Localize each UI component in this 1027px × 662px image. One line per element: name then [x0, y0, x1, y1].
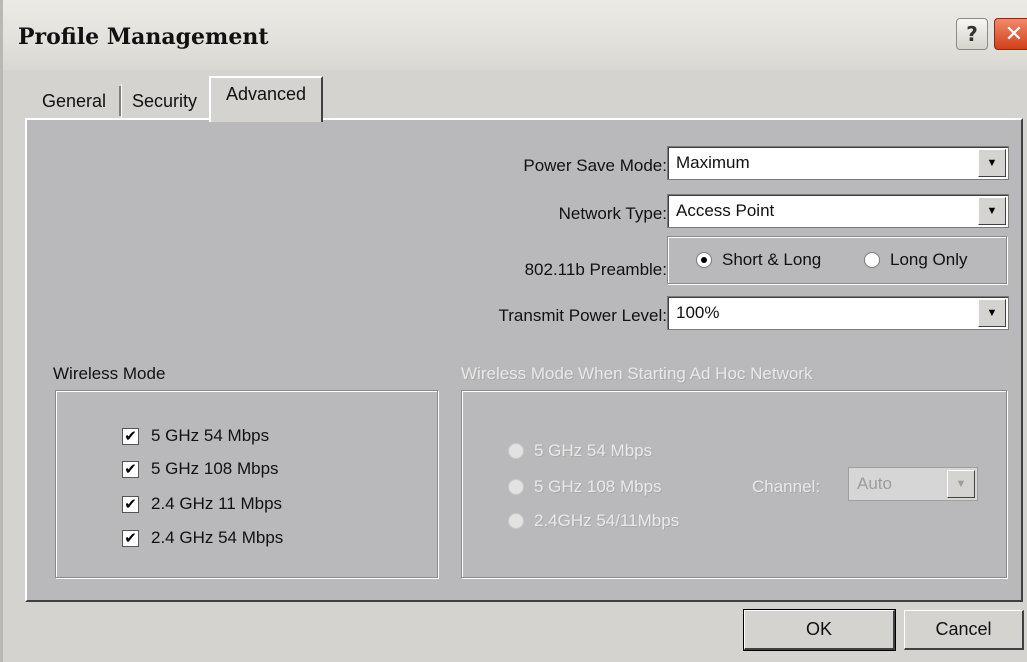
- power-save-mode-select[interactable]: Maximum ▼: [667, 146, 1009, 180]
- transmit-power-value: 100%: [676, 303, 720, 322]
- channel-label: Channel:: [752, 477, 821, 496]
- checkmark-icon: ✔: [122, 460, 139, 478]
- radio-empty-icon: [864, 252, 880, 268]
- preamble-label: 802.11b Preamble:: [524, 260, 667, 279]
- radio-disabled-icon: [508, 443, 524, 459]
- radio-selected-icon: [696, 252, 712, 268]
- preamble-group: Short & Long Long Only: [667, 236, 1007, 284]
- ok-button[interactable]: OK: [743, 609, 896, 651]
- cancel-button[interactable]: Cancel: [904, 610, 1024, 650]
- network-type-value: Access Point: [676, 201, 775, 220]
- transmit-power-select[interactable]: 100% ▼: [667, 296, 1009, 330]
- channel-value: Auto: [857, 474, 892, 493]
- checkmark-icon: ✔: [122, 495, 139, 513]
- wireless-mode-24ghz-11-label: 2.4 GHz 11 Mbps: [151, 494, 283, 513]
- profile-management-dialog: Profile Management ? ✕ General Security …: [0, 0, 1027, 662]
- title-bar[interactable]: Profile Management ? ✕: [3, 0, 1027, 70]
- advanced-tab-panel: Power Save Mode: Maximum ▼ Network Type:…: [25, 118, 1023, 602]
- wireless-mode-5ghz-108-checkbox[interactable]: ✔ 5 GHz 108 Mbps: [122, 459, 279, 479]
- transmit-power-label: Transmit Power Level:: [498, 306, 667, 325]
- dropdown-arrow-icon[interactable]: ▼: [978, 299, 1006, 327]
- wireless-mode-group: ✔ 5 GHz 54 Mbps ✔ 5 GHz 108 Mbps ✔ 2.4 G…: [55, 390, 438, 578]
- dropdown-arrow-icon[interactable]: ▼: [947, 470, 975, 498]
- power-save-mode-label: Power Save Mode:: [523, 156, 667, 175]
- adhoc-5ghz-54-radio[interactable]: 5 GHz 54 Mbps: [508, 441, 652, 461]
- wireless-mode-title: Wireless Mode: [53, 364, 166, 383]
- adhoc-mode-group: 5 GHz 54 Mbps 5 GHz 108 Mbps 2.4GHz 54/1…: [461, 390, 1007, 578]
- network-type-label: Network Type:: [558, 204, 667, 223]
- checkmark-icon: ✔: [122, 529, 139, 547]
- adhoc-5ghz-54-label: 5 GHz 54 Mbps: [534, 441, 653, 460]
- adhoc-24ghz-label: 2.4GHz 54/11Mbps: [534, 511, 680, 530]
- wireless-mode-5ghz-108-label: 5 GHz 108 Mbps: [151, 459, 279, 478]
- radio-disabled-icon: [508, 479, 524, 495]
- adhoc-mode-title: Wireless Mode When Starting Ad Hoc Netwo…: [461, 364, 813, 383]
- wireless-mode-5ghz-54-label: 5 GHz 54 Mbps: [151, 426, 270, 445]
- preamble-short-long-label: Short & Long: [722, 250, 822, 269]
- radio-disabled-icon: [508, 513, 524, 529]
- checkmark-icon: ✔: [122, 427, 139, 445]
- tab-security[interactable]: Security: [121, 84, 207, 118]
- adhoc-5ghz-108-radio[interactable]: 5 GHz 108 Mbps: [508, 477, 662, 497]
- preamble-long-only-label: Long Only: [890, 250, 968, 269]
- close-button[interactable]: ✕: [994, 18, 1027, 50]
- dropdown-arrow-icon[interactable]: ▼: [978, 197, 1006, 225]
- adhoc-5ghz-108-label: 5 GHz 108 Mbps: [534, 477, 662, 496]
- wireless-mode-24ghz-54-checkbox[interactable]: ✔ 2.4 GHz 54 Mbps: [122, 528, 283, 548]
- preamble-short-long-radio[interactable]: Short & Long: [696, 250, 821, 270]
- window-title: Profile Management: [18, 24, 269, 50]
- help-button[interactable]: ?: [956, 18, 988, 50]
- network-type-select[interactable]: Access Point ▼: [667, 194, 1009, 228]
- close-icon: ✕: [1004, 21, 1024, 47]
- channel-select[interactable]: Auto ▼: [848, 467, 978, 501]
- tab-general[interactable]: General: [31, 84, 117, 118]
- wireless-mode-24ghz-11-checkbox[interactable]: ✔ 2.4 GHz 11 Mbps: [122, 494, 282, 514]
- dropdown-arrow-icon[interactable]: ▼: [978, 149, 1006, 177]
- wireless-mode-24ghz-54-label: 2.4 GHz 54 Mbps: [151, 528, 284, 547]
- question-mark-icon: ?: [966, 22, 978, 46]
- wireless-mode-5ghz-54-checkbox[interactable]: ✔ 5 GHz 54 Mbps: [122, 426, 269, 446]
- adhoc-24ghz-radio[interactable]: 2.4GHz 54/11Mbps: [508, 511, 679, 531]
- power-save-mode-value: Maximum: [676, 153, 750, 172]
- tab-advanced[interactable]: Advanced: [209, 76, 323, 122]
- preamble-long-only-radio[interactable]: Long Only: [864, 250, 968, 270]
